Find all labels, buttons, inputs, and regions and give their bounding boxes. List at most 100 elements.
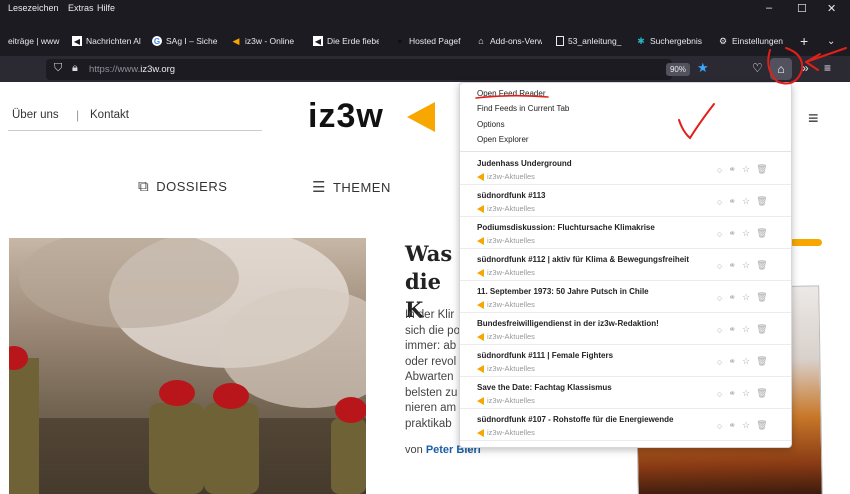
bookmark-item[interactable]: ⚙ Einstellungen — [718, 33, 788, 49]
find-feeds-link[interactable]: Find Feeds in Current Tab — [477, 104, 569, 113]
trash-icon[interactable]: 🗑︎ — [756, 228, 767, 239]
star-icon[interactable]: ☆ — [742, 420, 750, 431]
feed-item[interactable]: südnordfunk #111 | Female Fighters iz3w-A… — [460, 345, 791, 377]
new-tab-icon[interactable]: + — [800, 33, 808, 49]
mark-read-icon[interactable]: ○ — [717, 389, 722, 399]
star-icon[interactable]: ☆ — [742, 292, 750, 303]
feed-item[interactable]: südnordfunk #112 | aktiv für Klima & Bew… — [460, 249, 791, 281]
url-text[interactable]: https://www.iz3w.org — [89, 64, 175, 75]
feed-item[interactable]: 11. September 1973: 50 Jahre Putsch in C… — [460, 281, 791, 313]
menu-help[interactable]: Hilfe — [97, 3, 115, 13]
menu-tools[interactable]: Extras — [68, 3, 94, 13]
link-icon[interactable]: ⚭ — [728, 292, 736, 303]
mark-read-icon[interactable]: ○ — [717, 357, 722, 367]
trash-icon[interactable]: 🗑︎ — [756, 260, 767, 271]
link-icon[interactable]: ⚭ — [728, 420, 736, 431]
feed-title[interactable]: südnordfunk #112 | aktiv für Klima & Bew… — [477, 255, 689, 264]
nav-contact[interactable]: Kontakt — [90, 109, 129, 121]
mark-read-icon[interactable]: ○ — [717, 325, 722, 335]
options-link[interactable]: Options — [477, 120, 505, 129]
link-icon[interactable]: ⚭ — [728, 164, 736, 175]
feed-title[interactable]: südnordfunk #111 | Female Fighters — [477, 351, 613, 360]
bookmark-star-icon[interactable]: ★ — [697, 60, 709, 76]
star-icon[interactable]: ☆ — [742, 388, 750, 399]
minimize-button[interactable]: – — [766, 2, 772, 14]
hero-image[interactable] — [9, 238, 366, 494]
feed-source: iz3w-Aktuelles — [477, 204, 535, 213]
bookmark-item[interactable]: ◀ Nachrichten Al — [72, 33, 142, 49]
trash-icon[interactable]: 🗑︎ — [756, 164, 767, 175]
bookmark-item[interactable]: ◀ Die Erde fieber — [313, 33, 379, 49]
feed-item[interactable]: Save the Date: Fachtag Klassismus iz3w-Ak… — [460, 377, 791, 409]
link-icon[interactable]: ⚭ — [728, 196, 736, 207]
feed-title[interactable]: Judenhass Underground — [477, 159, 572, 168]
trash-icon[interactable]: 🗑︎ — [756, 420, 767, 431]
feed-item[interactable]: Bundesfreiwilligendienst in der iz3w-Red… — [460, 313, 791, 345]
bookmark-item[interactable]: ◀ iz3w - Online — [231, 33, 299, 49]
link-icon[interactable]: ⚭ — [728, 388, 736, 399]
feed-item[interactable]: südnordfunk #113 iz3w-Aktuelles ○ ⚭ ☆ 🗑︎ — [460, 185, 791, 217]
trash-icon[interactable]: 🗑︎ — [756, 196, 767, 207]
url-bar[interactable]: ⛉ 🔒︎ https://www.iz3w.org 90% ★ — [46, 59, 709, 80]
feed-item[interactable]: südnordfunk #107 - Rohstoffe für die Ene… — [460, 409, 791, 441]
site-logo[interactable]: iz3w — [308, 97, 384, 136]
bookmark-item[interactable]: G SAg I – Sichert — [152, 33, 218, 49]
close-window-button[interactable]: ✕ — [827, 2, 836, 15]
feed-title[interactable]: Save the Date: Fachtag Klassismus — [477, 383, 612, 392]
bookmark-item[interactable]: ✱ Suchergebnis — [636, 33, 706, 49]
bookmark-item[interactable]: 53_anleitung_ — [556, 33, 622, 49]
star-icon[interactable]: ☆ — [742, 228, 750, 239]
hamburger-menu-icon[interactable]: ≡ — [808, 108, 819, 129]
feed-item[interactable]: Podiumsdiskussion: Fluchtursache Klimakr… — [460, 217, 791, 249]
open-feed-reader-link[interactable]: Open Feed Reader — [477, 89, 546, 98]
trash-icon[interactable]: 🗑︎ — [756, 292, 767, 303]
menu-bookmarks[interactable]: Lesezeichen — [8, 3, 59, 13]
mark-read-icon[interactable]: ○ — [717, 293, 722, 303]
bookmark-item[interactable]: eiträge | www — [8, 33, 63, 49]
bookmark-item[interactable]: ⌂ Add-ons-Verw — [476, 33, 542, 49]
trash-icon[interactable]: 🗑︎ — [756, 388, 767, 399]
star-icon[interactable]: ☆ — [742, 164, 750, 175]
category-dossiers[interactable]: ⧉ DOSSIERS — [138, 178, 227, 195]
mark-read-icon[interactable]: ○ — [717, 421, 722, 431]
open-explorer-link[interactable]: Open Explorer — [477, 135, 529, 144]
iz3w-icon — [477, 172, 484, 181]
more-tools-button[interactable]: » — [802, 61, 809, 75]
maximize-button[interactable]: ☐ — [797, 2, 807, 15]
star-icon[interactable]: ☆ — [742, 356, 750, 367]
browser-chrome: Lesezeichen Extras Hilfe – ☐ ✕ eiträge |… — [0, 0, 850, 56]
category-themen[interactable]: ☰ THEMEN — [312, 178, 391, 196]
star-icon[interactable]: ☆ — [742, 196, 750, 207]
app-menu-button[interactable]: ≡ — [824, 61, 831, 75]
feed-title[interactable]: südnordfunk #113 — [477, 191, 545, 200]
link-icon[interactable]: ⚭ — [728, 324, 736, 335]
link-icon[interactable]: ⚭ — [728, 228, 736, 239]
link-icon[interactable]: ⚭ — [728, 356, 736, 367]
feed-item[interactable]: Judenhass Underground iz3w-Aktuelles ○ ⚭ ☆ 🗑︎ — [460, 153, 791, 185]
feed-extension-button[interactable]: ⌂ — [770, 58, 792, 80]
mark-read-icon[interactable]: ○ — [717, 197, 722, 207]
shield-icon[interactable]: ⛉ — [54, 62, 62, 75]
menu-bar: Lesezeichen Extras Hilfe – ☐ ✕ — [0, 0, 850, 18]
trash-icon[interactable]: 🗑︎ — [756, 324, 767, 335]
feed-title[interactable]: Bundesfreiwilligendienst in der iz3w-Red… — [477, 319, 659, 328]
pocket-icon[interactable]: ♡ — [752, 61, 763, 75]
lock-icon[interactable]: 🔒︎ — [72, 62, 78, 75]
feed-source-label: iz3w-Aktuelles — [487, 268, 535, 277]
feed-title[interactable]: südnordfunk #107 - Rohstoffe für die Ene… — [477, 415, 673, 424]
star-icon[interactable]: ☆ — [742, 260, 750, 271]
feed-title[interactable]: 11. September 1973: 50 Jahre Putsch in C… — [477, 287, 649, 296]
zoom-indicator[interactable]: 90% — [666, 63, 690, 76]
news-icon: ◀ — [313, 36, 323, 46]
bookmark-item[interactable]: ● Hosted Pagefi — [395, 33, 461, 49]
bookmark-label: Hosted Pagefi — [409, 36, 461, 46]
nav-about[interactable]: Über uns — [12, 109, 59, 121]
star-icon[interactable]: ☆ — [742, 324, 750, 335]
feed-title[interactable]: Podiumsdiskussion: Fluchtursache Klimakr… — [477, 223, 655, 232]
mark-read-icon[interactable]: ○ — [717, 261, 722, 271]
trash-icon[interactable]: 🗑︎ — [756, 356, 767, 367]
link-icon[interactable]: ⚭ — [728, 260, 736, 271]
chevron-down-icon[interactable]: ⌄ — [827, 33, 835, 49]
mark-read-icon[interactable]: ○ — [717, 165, 722, 175]
mark-read-icon[interactable]: ○ — [717, 229, 722, 239]
